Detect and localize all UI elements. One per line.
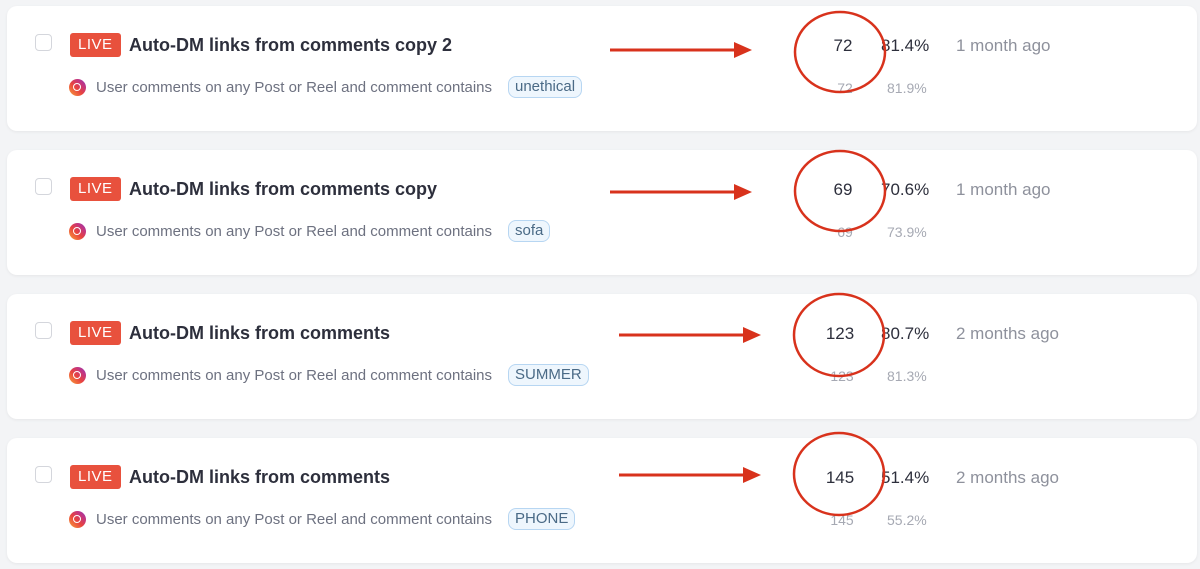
modified-time: 1 month ago <box>956 180 1051 199</box>
select-checkbox[interactable] <box>35 466 52 483</box>
automation-list: LIVE Auto-DM links from comments copy 2 … <box>0 0 1200 569</box>
ctr-rate-secondary: 73.9% <box>887 224 927 240</box>
keyword-tag: PHONE <box>508 508 576 530</box>
trigger-description: User comments on any Post or Reel and co… <box>96 511 493 528</box>
ctr-rate-secondary: 81.9% <box>887 80 927 96</box>
ctr-rate: 51.4% <box>881 468 930 487</box>
select-checkbox[interactable] <box>35 178 52 195</box>
runs-count: 145 <box>825 468 855 487</box>
automation-title[interactable]: Auto-DM links from comments <box>129 465 390 489</box>
runs-count: 69 <box>833 180 853 199</box>
keyword-tag: SUMMER <box>508 364 589 386</box>
modified-time: 1 month ago <box>956 36 1051 55</box>
automation-title[interactable]: Auto-DM links from comments copy <box>129 177 437 201</box>
ctr-rate-secondary: 81.3% <box>887 368 927 384</box>
automation-title[interactable]: Auto-DM links from comments <box>129 321 390 345</box>
status-badge: LIVE <box>70 177 121 201</box>
keyword-tag: sofa <box>508 220 551 242</box>
trigger-description: User comments on any Post or Reel and co… <box>96 367 493 384</box>
automation-title[interactable]: Auto-DM links from comments copy 2 <box>129 33 452 57</box>
automation-card[interactable]: LIVE Auto-DM links from comments User co… <box>7 438 1197 563</box>
automation-card[interactable]: LIVE Auto-DM links from comments copy Us… <box>7 150 1197 275</box>
select-checkbox[interactable] <box>35 34 52 51</box>
automation-card[interactable]: LIVE Auto-DM links from comments copy 2 … <box>7 6 1197 131</box>
ctr-rate: 81.4% <box>881 36 930 55</box>
runs-count-secondary: 145 <box>830 512 854 528</box>
runs-count: 123 <box>825 324 855 343</box>
runs-count-secondary: 123 <box>830 368 854 384</box>
instagram-icon <box>69 223 86 240</box>
status-badge: LIVE <box>70 321 121 345</box>
trigger-description: User comments on any Post or Reel and co… <box>96 223 493 240</box>
runs-count-secondary: 72 <box>837 80 853 96</box>
status-badge: LIVE <box>70 33 121 57</box>
trigger-description: User comments on any Post or Reel and co… <box>96 79 493 96</box>
runs-count: 72 <box>833 36 853 55</box>
keyword-tag: unethical <box>508 76 583 98</box>
modified-time: 2 months ago <box>956 324 1060 343</box>
runs-count-secondary: 69 <box>837 224 853 240</box>
instagram-icon <box>69 511 86 528</box>
ctr-rate: 80.7% <box>881 324 930 343</box>
status-badge: LIVE <box>70 465 121 489</box>
select-checkbox[interactable] <box>35 322 52 339</box>
ctr-rate: 70.6% <box>881 180 930 199</box>
automation-card[interactable]: LIVE Auto-DM links from comments User co… <box>7 294 1197 419</box>
modified-time: 2 months ago <box>956 468 1060 487</box>
ctr-rate-secondary: 55.2% <box>887 512 927 528</box>
instagram-icon <box>69 79 86 96</box>
instagram-icon <box>69 367 86 384</box>
